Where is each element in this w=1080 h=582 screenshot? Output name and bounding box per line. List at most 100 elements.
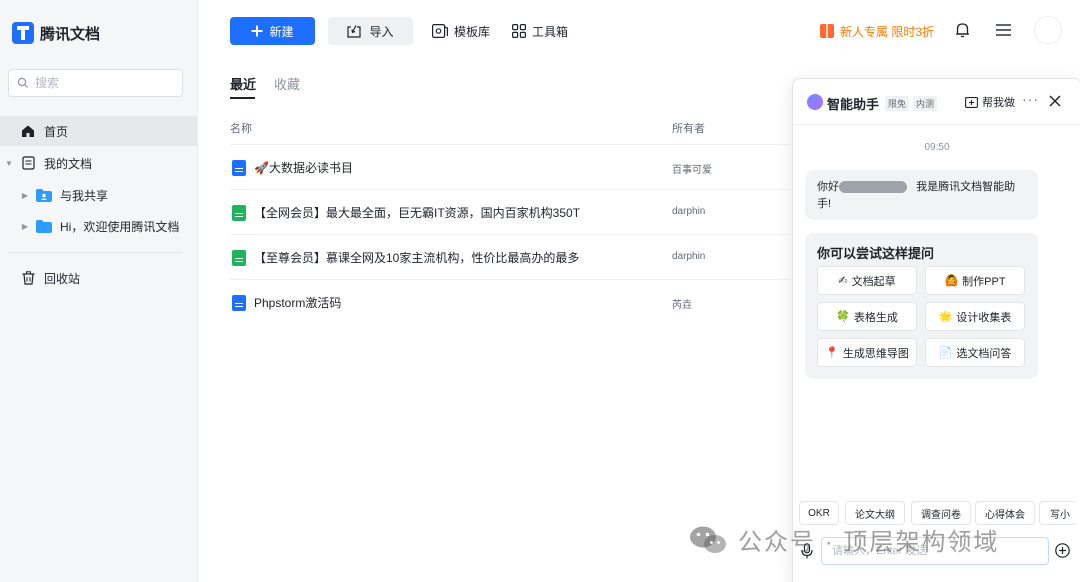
table-row[interactable]: 🚀大数据必读书目 百事可爱 (230, 144, 790, 189)
message-input-box[interactable] (821, 537, 1049, 565)
table-row[interactable]: Phpstorm激活码 芮垚 (230, 279, 790, 324)
more-options-icon[interactable]: ··· (1022, 91, 1039, 107)
suggestion-card: 你可以尝试这样提问 ✍ 文档起草 🙆 制作PPT 🍀 表格生成 🌟 设计收集表 📍 生成思… (805, 233, 1038, 379)
pin-icon: 📍 (825, 347, 839, 359)
caret-right-icon[interactable]: ▶ (20, 191, 30, 200)
chip-generate-sheet[interactable]: 🍀 表格生成 (817, 302, 917, 331)
ai-assistant-panel: 智能助手 限免 内测 帮我做 ··· 09:50 你好 我是腾讯文档智能助手! … (792, 78, 1080, 582)
plus-icon (251, 25, 263, 37)
tencent-docs-logo-icon (12, 22, 34, 44)
folder-icon (36, 218, 52, 234)
app-name: 腾讯文档 (40, 25, 101, 43)
pen-icon: ✍ (838, 275, 848, 287)
sidebar-item-welcome-folder[interactable]: ▶ Hi，欢迎使用腾讯文档 (0, 211, 197, 241)
chip-label: 生成思维导图 (842, 347, 909, 360)
star-icon: 🌟 (938, 311, 953, 323)
template-icon (432, 24, 448, 38)
sidebar: 腾讯文档 首页 ▼ 我的文档 ▶ 与我共享 ▶ Hi，欢迎使用腾讯文档 (0, 0, 198, 582)
quick-prompt-outline[interactable]: 论文大纲 (845, 501, 905, 525)
table-row[interactable]: 【至尊会员】慕课全网及10家主流机构，性价比最高办的最多 darphin (230, 234, 790, 279)
file-name: Phpstorm激活码 (254, 296, 342, 310)
chip-label: 文档起草 (851, 275, 896, 288)
chip-label: 选文档问答 (956, 347, 1012, 360)
chip-label: 设计收集表 (956, 311, 1012, 324)
caret-right-icon[interactable]: ▶ (20, 222, 30, 231)
sheet-file-icon (232, 249, 246, 266)
quick-prompt-okr[interactable]: OKR (799, 501, 839, 525)
assistant-title: 智能助手 (827, 97, 880, 112)
column-header-name[interactable]: 名称 (230, 120, 252, 136)
greeting-prefix: 你好 (817, 181, 839, 193)
sidebar-item-label: 我的文档 (44, 156, 93, 171)
column-header-owner[interactable]: 所有者 (672, 120, 705, 136)
new-button[interactable]: 新建 (230, 17, 315, 45)
sidebar-item-home[interactable]: 首页 (0, 116, 197, 146)
help-me-button[interactable]: 帮我做 (965, 94, 1015, 110)
wechat-logo-icon (690, 526, 726, 553)
document-icon (20, 155, 36, 171)
message-input[interactable] (832, 545, 1012, 557)
quick-prompt-more[interactable]: 写小 (1039, 501, 1077, 525)
suggestion-title: 你可以尝试这样提问 (817, 246, 935, 261)
quick-prompt-reflection[interactable]: 心得体会 (975, 501, 1035, 525)
search-input[interactable] (35, 76, 165, 90)
file-owner: darphin (672, 206, 706, 217)
sidebar-divider (8, 252, 183, 253)
chip-mind-map[interactable]: 📍 生成思维导图 (817, 338, 917, 367)
add-circle-icon[interactable] (1055, 543, 1070, 558)
task-icon (965, 97, 978, 108)
microphone-icon[interactable] (801, 543, 813, 559)
sidebar-item-label: Hi，欢迎使用腾讯文档 (60, 219, 180, 234)
toolbox-button[interactable]: 工具箱 (512, 17, 568, 45)
sidebar-item-trash[interactable]: 回收站 (0, 263, 197, 293)
gift-icon (820, 24, 834, 38)
free-tag: 限免 (885, 96, 910, 111)
tab-recent[interactable]: 最近 (230, 74, 256, 93)
chip-label: 表格生成 (853, 311, 898, 324)
sidebar-item-shared[interactable]: ▶ 与我共享 (0, 180, 197, 210)
chip-make-ppt[interactable]: 🙆 制作PPT (925, 266, 1025, 295)
redacted-username (839, 181, 907, 194)
avatar[interactable] (1034, 16, 1062, 44)
quick-prompt-survey[interactable]: 调查问卷 (911, 501, 971, 525)
file-name: 【至尊会员】慕课全网及10家主流机构，性价比最高办的最多 (254, 251, 580, 265)
caret-down-icon[interactable]: ▼ (4, 159, 14, 168)
bell-icon (955, 23, 969, 38)
import-button[interactable]: 导入 (328, 17, 413, 45)
search-icon (17, 77, 28, 88)
chip-design-form[interactable]: 🌟 设计收集表 (925, 302, 1025, 331)
tab-active-indicator (230, 97, 255, 99)
promo-banner[interactable]: 新人专属 限时3折 (820, 20, 934, 42)
notifications-button[interactable] (952, 20, 972, 40)
menu-button[interactable] (993, 20, 1013, 40)
beta-tag: 内测 (913, 96, 938, 111)
templates-button[interactable]: 模板库 (432, 17, 490, 45)
message-timestamp: 09:50 (924, 142, 950, 153)
doc-file-icon (232, 294, 246, 311)
sidebar-item-label: 首页 (44, 124, 69, 139)
menu-icon (995, 24, 1011, 36)
sheet-file-icon (232, 204, 246, 221)
sidebar-item-label: 回收站 (44, 271, 81, 286)
ai-assistant-icon (807, 94, 823, 110)
promo-label: 新人专属 限时3折 (840, 24, 935, 39)
table-row[interactable]: 【全网会员】最大最全面，巨无霸IT资源，国内百家机构350T darphin (230, 189, 790, 234)
home-icon (20, 123, 36, 139)
sidebar-item-label: 与我共享 (60, 188, 109, 203)
file-name: 🚀大数据必读书目 (254, 161, 353, 175)
sidebar-item-my-docs[interactable]: ▼ 我的文档 (0, 148, 197, 178)
toolbox-label: 工具箱 (532, 24, 569, 39)
help-me-label: 帮我做 (982, 97, 1015, 109)
doc-file-icon (232, 159, 246, 176)
shared-folder-icon (36, 187, 52, 203)
search-box[interactable] (8, 69, 183, 97)
app-logo[interactable]: 腾讯文档 (12, 22, 100, 44)
chip-doc-qa[interactable]: 📄 选文档问答 (925, 338, 1025, 367)
tab-favorites[interactable]: 收藏 (274, 74, 300, 93)
presenter-icon: 🙆 (944, 275, 959, 287)
chip-draft-doc[interactable]: ✍ 文档起草 (817, 266, 917, 295)
file-owner: darphin (672, 251, 706, 262)
page-icon: 📄 (938, 347, 953, 359)
close-icon[interactable] (1047, 93, 1063, 109)
file-name: 【全网会员】最大最全面，巨无霸IT资源，国内百家机构350T (254, 206, 581, 220)
